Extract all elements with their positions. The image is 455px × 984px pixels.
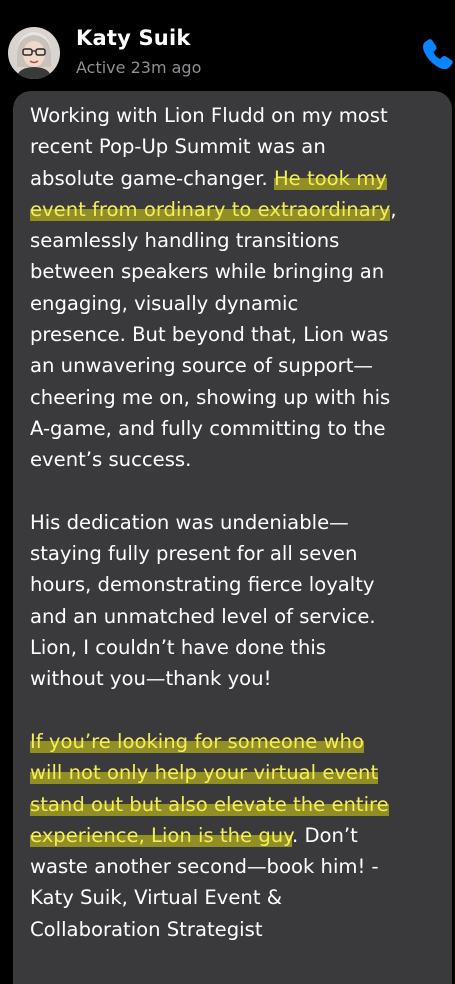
highlighted-text: He took my	[273, 166, 387, 190]
message-line: absolute game-changer. He took my	[30, 163, 444, 194]
message-text-segment: . Don’t	[291, 823, 358, 847]
message-line: Working with Lion Fludd on my most	[30, 104, 388, 127]
message-line: staying fully present for all seven	[30, 542, 358, 566]
message-text: Working with Lion Fludd on my most recen…	[30, 100, 444, 976]
message-text-segment: ,	[390, 197, 397, 221]
message-line: Katy Suik, Virtual Event &	[30, 886, 283, 910]
avatar[interactable]	[8, 27, 60, 79]
message-line: will not only help your virtual event	[30, 757, 444, 788]
message-line: waste another second—book him! -	[30, 855, 379, 879]
message-line: event from ordinary to extraordinary,	[30, 194, 444, 225]
message-line: and an unmatched level of service.	[30, 604, 376, 628]
profile-photo-icon	[8, 27, 60, 79]
message-line: presence. But beyond that, Lion was	[30, 323, 389, 347]
highlighted-text: If you’re looking for someone who	[30, 729, 364, 753]
message-line: stand out but also elevate the entire	[30, 789, 444, 820]
message-line: recent Pop-Up Summit was an	[30, 135, 326, 159]
highlighted-text: experience, Lion is the guy	[30, 823, 292, 847]
message-paragraph: Working with Lion Fludd on my most recen…	[30, 100, 444, 476]
phone-icon[interactable]	[419, 36, 455, 72]
highlighted-text: event from ordinary to extraordinary	[30, 197, 391, 221]
chat-header: Katy Suik Active 23m ago	[0, 0, 455, 86]
message-line: hours, demonstrating fierce loyalty	[30, 573, 375, 597]
message-line: Lion, I couldn’t have done this	[30, 636, 327, 660]
message-line: If you’re looking for someone who	[30, 726, 444, 757]
message-line: seamlessly handling transitions	[30, 229, 340, 253]
highlighted-text: will not only help your virtual event	[30, 761, 379, 785]
message-line: event’s success.	[30, 448, 192, 472]
contact-name: Katy Suik	[76, 26, 191, 50]
message-line: Collaboration Strategist	[30, 917, 263, 941]
message-line: cheering me on, showing up with his	[30, 385, 391, 409]
message-line: engaging, visually dynamic	[30, 291, 299, 315]
message-line: A-game, and fully committing to the	[30, 416, 386, 440]
message-paragraph: His dedication was undeniable— staying f…	[30, 507, 444, 695]
message-line: between speakers while bringing an	[30, 260, 385, 284]
message-line: experience, Lion is the guy. Don’t	[30, 820, 444, 851]
message-paragraph: If you’re looking for someone who will n…	[30, 726, 444, 945]
active-status: Active 23m ago	[76, 58, 202, 77]
message-line: without you—thank you!	[30, 667, 272, 691]
message-text-segment: absolute game-changer.	[30, 166, 274, 190]
message-line: an unwavering source of support—	[30, 354, 373, 378]
message-line: His dedication was undeniable—	[30, 510, 349, 534]
highlighted-text: stand out but also elevate the entire	[30, 792, 389, 816]
